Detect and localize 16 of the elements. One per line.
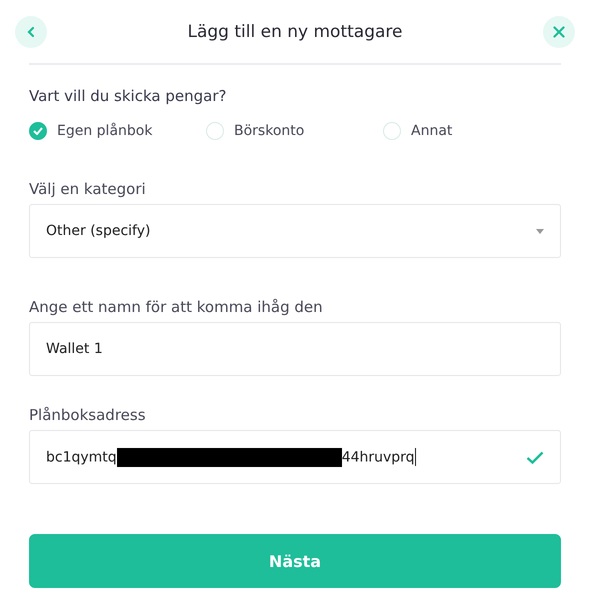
close-icon [552,26,565,38]
radio-option[interactable]: Annat [383,122,560,140]
name-field[interactable]: Wallet 1 [29,322,561,376]
name-label: Ange ett namn för att komma ihåg den [29,298,324,316]
question-label: Vart vill du skicka pengar? [29,87,228,105]
category-select[interactable]: Other (specify) [29,204,561,258]
back-icon [26,26,36,38]
address-field[interactable]: bc1qymtq 44hruvprq [29,430,561,484]
back-button[interactable] [15,16,47,48]
dropdown-caret-icon [536,228,544,234]
dialog-title: Lägg till en ny mottagare [188,22,402,42]
close-button[interactable] [542,16,575,48]
radio-option[interactable]: Egen plånbok [29,122,206,140]
address-label: Plånboksadress [29,406,147,424]
radio-option[interactable]: Börskonto [206,122,383,140]
category-label: Välj en kategori [29,180,147,198]
